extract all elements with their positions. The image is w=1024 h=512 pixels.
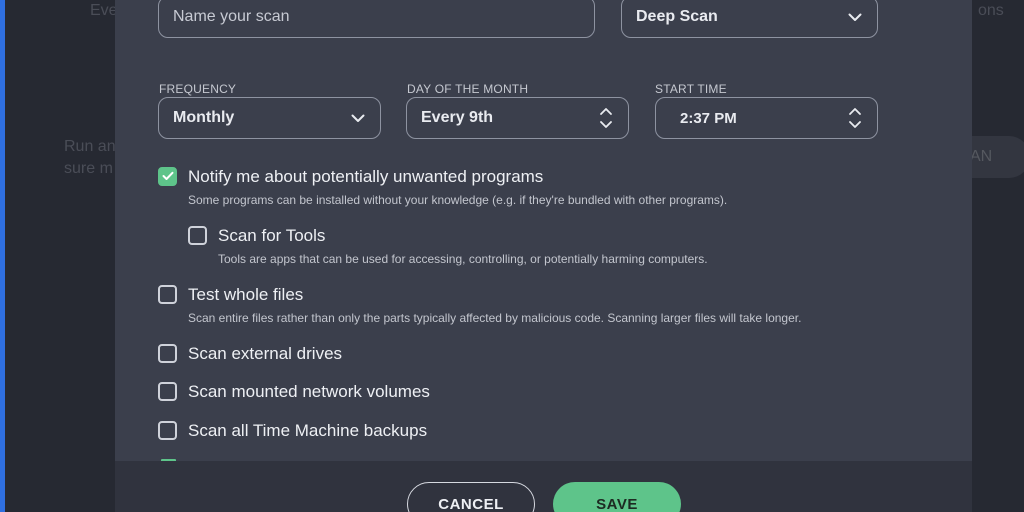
frequency-value: Monthly (173, 109, 235, 126)
scan-external-drives-checkbox[interactable] (158, 344, 177, 363)
dialog-footer: CANCEL SAVE (115, 461, 972, 512)
scan-for-tools-checkbox[interactable] (188, 226, 207, 245)
notify-pup-description: Some programs can be installed without y… (188, 193, 728, 207)
scan-for-tools-label[interactable]: Scan for Tools (218, 226, 325, 246)
updown-chevron-icon[interactable] (847, 106, 863, 130)
background-text: Eve (90, 2, 118, 19)
frequency-label: FREQUENCY (159, 82, 237, 96)
chevron-down-icon (350, 106, 366, 130)
scan-type-value: Deep Scan (636, 8, 718, 25)
day-of-month-value: Every 9th (421, 109, 494, 126)
day-of-month-label: DAY OF THE MONTH (407, 82, 529, 96)
test-whole-files-checkbox[interactable] (158, 285, 177, 304)
background-text: ons (978, 2, 1004, 19)
scan-type-dropdown[interactable]: Deep Scan (621, 0, 878, 38)
scan-name-placeholder: Name your scan (173, 8, 290, 25)
start-time-label: START TIME (655, 82, 727, 96)
scan-network-volumes-checkbox[interactable] (158, 382, 177, 401)
start-time-stepper[interactable]: 2:37 PM (655, 97, 878, 139)
background-button-label: AN (970, 148, 993, 165)
frequency-dropdown[interactable]: Monthly (158, 97, 381, 139)
chevron-down-icon (847, 5, 863, 29)
scan-external-drives-label[interactable]: Scan external drives (188, 344, 342, 364)
scan-time-machine-checkbox[interactable] (158, 421, 177, 440)
scan-time-machine-label[interactable]: Scan all Time Machine backups (188, 421, 427, 441)
scan-network-volumes-label[interactable]: Scan mounted network volumes (188, 382, 430, 402)
background-text: sure m (64, 160, 113, 177)
start-time-value: 2:37 PM (680, 109, 737, 127)
save-button[interactable]: SAVE (553, 482, 681, 512)
updown-chevron-icon[interactable] (598, 106, 614, 130)
notify-pup-checkbox[interactable] (158, 167, 177, 186)
test-whole-files-description: Scan entire files rather than only the p… (188, 311, 802, 325)
scan-for-tools-description: Tools are apps that can be used for acce… (218, 252, 708, 266)
checkmark-icon (162, 168, 174, 186)
app-accent-bar (0, 0, 5, 512)
notify-pup-label[interactable]: Notify me about potentially unwanted pro… (188, 167, 543, 187)
day-of-month-stepper[interactable]: Every 9th (406, 97, 629, 139)
background-text: Run an (64, 138, 116, 155)
schedule-scan-dialog: Name your scan Deep Scan FREQUENCY Month… (115, 0, 972, 512)
cancel-button[interactable]: CANCEL (407, 482, 535, 512)
scan-name-input[interactable]: Name your scan (158, 0, 595, 38)
test-whole-files-label[interactable]: Test whole files (188, 285, 303, 305)
